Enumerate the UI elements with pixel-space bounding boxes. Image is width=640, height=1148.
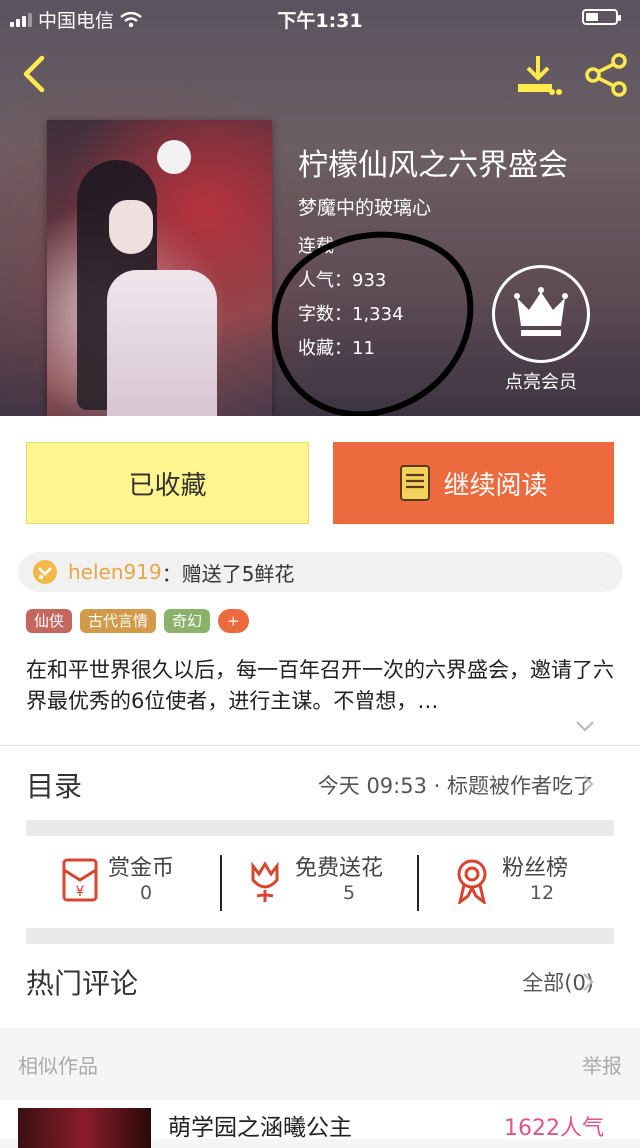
tag-list: 仙侠 古代言情 奇幻 + (26, 609, 249, 633)
crown-icon (514, 287, 568, 336)
similar-item-thumbnail[interactable] (18, 1108, 151, 1148)
book-title: 柠檬仙风之六界盛会 (298, 148, 568, 183)
gift-user[interactable]: helen919 (68, 560, 162, 584)
tag-fantasy[interactable]: 奇幻 (164, 609, 211, 633)
add-tag-button[interactable]: + (218, 609, 249, 633)
catalog-latest[interactable]: 今天 09:53 · 标题被作者吃了 (318, 770, 594, 800)
metric-label: 赏金币 (108, 856, 175, 881)
catalog-title[interactable]: 目录 (26, 765, 82, 805)
continue-reading-label: 继续阅读 (443, 470, 548, 501)
hand-drawn-circle (271, 231, 474, 416)
divider (0, 745, 640, 746)
metric-divider (220, 855, 222, 911)
metric-reward-coins[interactable]: ¥ 赏金币 0 (58, 850, 218, 912)
metric-free-flowers[interactable]: 免费送花 5 (245, 850, 415, 912)
metric-label: 粉丝榜 (502, 856, 569, 881)
vip-badge[interactable] (492, 265, 590, 363)
book-description[interactable]: 在和平世界很久以后，每一百年召开一次的六界盛会，邀请了六界最优秀的6位使者，进行… (26, 655, 616, 717)
medal-icon (457, 859, 487, 904)
book-icon (400, 465, 431, 501)
comments-chevron-icon[interactable] (582, 972, 594, 992)
battery-icon (582, 9, 621, 25)
hot-comments-title: 热门评论 (26, 967, 139, 1000)
metric-divider (417, 855, 419, 911)
metric-label: 免费送花 (295, 856, 384, 881)
clock: 下午1:31 (277, 10, 363, 32)
red-envelope-icon: ¥ (62, 858, 98, 902)
similar-works-title: 相似作品 (18, 1054, 98, 1078)
book-header: 中国电信 下午1:31 柠檬仙风之六界盛会 梦魔中的玻璃心 连载 人气：933 … (0, 0, 640, 416)
status-bar: 中国电信 下午1:31 (0, 0, 640, 34)
tag-ancient-romance[interactable]: 古代言情 (80, 609, 157, 633)
share-icon[interactable] (583, 52, 629, 98)
section-separator (26, 928, 614, 944)
book-cover[interactable] (47, 120, 272, 416)
metric-value: 0 (139, 882, 153, 904)
flower-icon (251, 861, 279, 902)
download-icon[interactable] (514, 54, 562, 98)
tag-xianxia[interactable]: 仙侠 (26, 609, 73, 633)
expand-chevron-icon[interactable] (575, 718, 595, 734)
gift-banner[interactable]: helen919 ：赠送了5鲜花 (18, 552, 623, 592)
gift-text: ：赠送了5鲜花 (161, 561, 295, 586)
flower-gift-icon (33, 560, 57, 584)
similar-item-title[interactable]: 萌学园之涵曦公主 (168, 1108, 352, 1142)
metric-value: 12 (529, 882, 555, 904)
svg-text:¥: ¥ (76, 884, 85, 900)
book-author[interactable]: 梦魔中的玻璃心 (298, 193, 431, 220)
report-link[interactable]: 举报 (582, 1050, 622, 1079)
collected-button[interactable]: 已收藏 (26, 442, 309, 524)
back-arrow-icon[interactable] (18, 54, 50, 94)
collected-label: 已收藏 (128, 470, 207, 501)
section-separator (26, 820, 614, 836)
metric-fan-ranking[interactable]: 粉丝榜 12 (452, 850, 602, 912)
catalog-chevron-icon[interactable] (582, 774, 594, 794)
vip-label[interactable]: 点亮会员 (486, 368, 596, 394)
similar-item-popularity: 1622人气 (504, 1116, 604, 1141)
metric-value: 5 (342, 882, 356, 904)
continue-reading-button[interactable]: 继续阅读 (333, 442, 614, 524)
